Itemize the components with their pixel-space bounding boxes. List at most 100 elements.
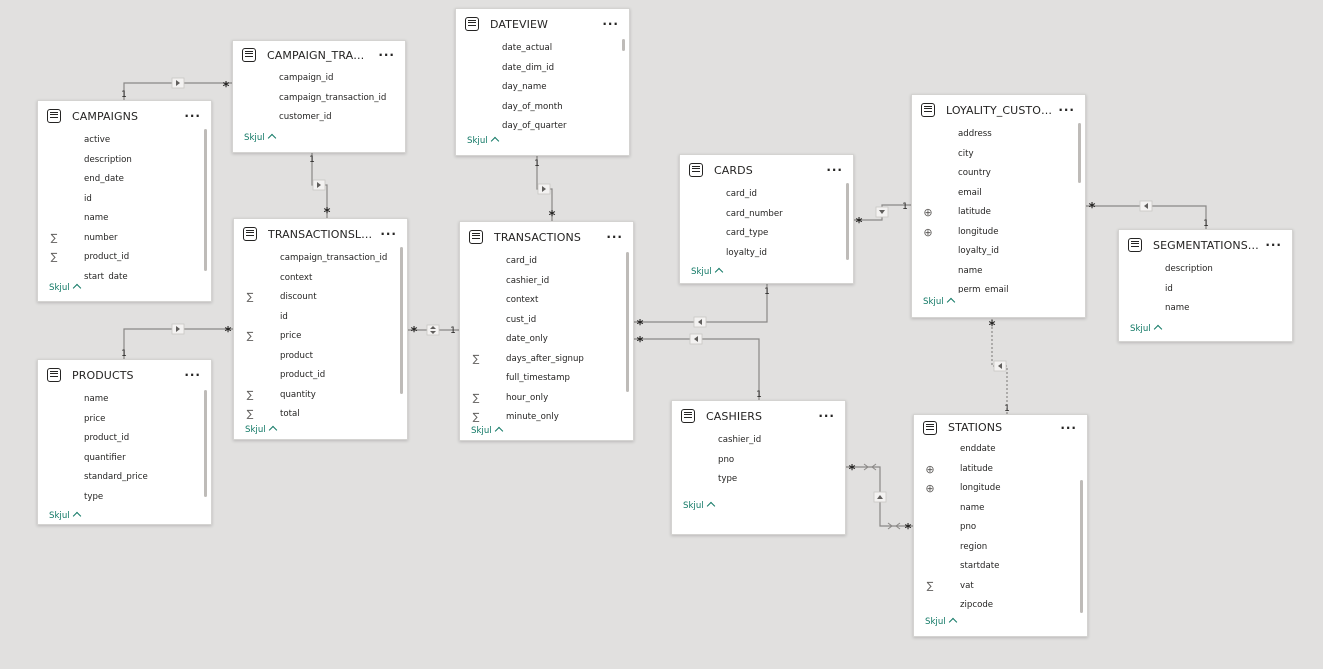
field-row[interactable]: card_id (680, 185, 853, 205)
field-row[interactable]: context (234, 269, 407, 289)
collapse-button[interactable]: Skjul (691, 267, 723, 277)
field-row[interactable]: id (1119, 280, 1292, 300)
field-row[interactable]: ⊕ latitude (912, 203, 1085, 223)
field-row[interactable]: ∑ total (234, 405, 407, 421)
more-options-icon[interactable]: ··· (1060, 422, 1077, 434)
field-list[interactable]: enddate ⊕ latitude ⊕ longitude name pno region s… (914, 440, 1087, 613)
collapse-button[interactable]: Skjul (49, 283, 81, 293)
more-options-icon[interactable]: ··· (1058, 104, 1075, 116)
field-list[interactable]: campaign_transaction_id context ∑ discount i… (234, 249, 407, 421)
field-list[interactable]: address city country email ⊕ latitude ⊕ longitu… (912, 125, 1085, 293)
table-card-transactionslines[interactable]: TRANSACTIONSLINES ··· campaign_transaction… (233, 218, 408, 440)
field-row[interactable]: date_actual (456, 39, 629, 59)
field-row[interactable]: ⊕ longitude (912, 223, 1085, 243)
field-row[interactable]: customer_id (233, 108, 405, 128)
field-row[interactable]: name (914, 499, 1087, 519)
field-row[interactable]: standard_price (38, 468, 211, 488)
field-row[interactable]: perm_email (912, 281, 1085, 293)
field-row[interactable]: day_of_quarter (456, 117, 629, 132)
field-row[interactable]: product (234, 347, 407, 367)
field-row[interactable]: ∑ minute_only (460, 408, 633, 422)
table-header[interactable]: TRANSACTIONS ··· (460, 222, 633, 252)
field-list[interactable]: active description end_date id name ∑ number ∑ p… (38, 131, 211, 279)
field-row[interactable]: ∑ number (38, 229, 211, 249)
field-row[interactable]: card_number (680, 205, 853, 225)
field-row[interactable]: name (38, 209, 211, 229)
model-canvas[interactable]: 1 * 1 * 1 * * 1 1 * 1 * 1 * 1 * 1 * 1 * * * CAMPAIGNS ··· activ… (0, 0, 1323, 669)
more-options-icon[interactable]: ··· (184, 110, 201, 122)
field-list[interactable]: campaign_id campaign_transaction_id custom… (233, 69, 405, 129)
scrollbar[interactable] (204, 129, 207, 271)
field-list[interactable]: card_id cashier_id context cust_id date_only… (460, 252, 633, 422)
field-row[interactable]: full_timestamp (460, 369, 633, 389)
field-row[interactable]: region (914, 538, 1087, 558)
field-row[interactable]: city (912, 145, 1085, 165)
field-row[interactable]: zipcode (914, 596, 1087, 613)
field-row[interactable]: ∑ quantity (234, 386, 407, 406)
scrollbar[interactable] (1078, 123, 1081, 183)
field-list[interactable]: description id name (1119, 260, 1292, 320)
more-options-icon[interactable]: ··· (378, 49, 395, 61)
field-row[interactable]: pno (672, 451, 845, 471)
table-header[interactable]: PRODUCTS ··· (38, 360, 211, 390)
field-row[interactable]: product_id (38, 429, 211, 449)
field-row[interactable]: ∑ days_after_signup (460, 350, 633, 370)
field-row[interactable]: context (460, 291, 633, 311)
collapse-button[interactable]: Skjul (471, 426, 503, 436)
collapse-button[interactable]: Skjul (244, 133, 276, 143)
more-options-icon[interactable]: ··· (1265, 239, 1282, 251)
collapse-button[interactable]: Skjul (925, 617, 957, 627)
collapse-button[interactable]: Skjul (49, 511, 81, 521)
field-row[interactable]: ∑ discount (234, 288, 407, 308)
field-row[interactable]: date_dim_id (456, 59, 629, 79)
field-list[interactable]: card_id card_number card_type loyalty_id (680, 185, 853, 263)
field-row[interactable]: loyalty_id (680, 244, 853, 264)
field-row[interactable]: campaign_transaction_id (233, 89, 405, 109)
table-header[interactable]: CARDS ··· (680, 155, 853, 185)
collapse-button[interactable]: Skjul (1130, 324, 1162, 334)
table-header[interactable]: CAMPAIGN_TRANSACTI... ··· (233, 41, 405, 69)
table-card-segmentations[interactable]: SEGMENTATIONSGROU... ··· description id name… (1118, 229, 1293, 342)
field-row[interactable]: email (912, 184, 1085, 204)
scrollbar[interactable] (622, 39, 625, 51)
table-header[interactable]: SEGMENTATIONSGROU... ··· (1119, 230, 1292, 260)
field-row[interactable]: quantifier (38, 449, 211, 469)
field-row[interactable]: name (1119, 299, 1292, 319)
field-row[interactable]: ∑ product_id (38, 248, 211, 268)
table-card-cards[interactable]: CARDS ··· card_id card_number card_type loyal… (679, 154, 854, 284)
table-header[interactable]: CAMPAIGNS ··· (38, 101, 211, 131)
field-row[interactable]: ⊕ longitude (914, 479, 1087, 499)
field-row[interactable]: end_date (38, 170, 211, 190)
table-card-cashiers[interactable]: CASHIERS ··· cashier_id pno type Skjul (671, 400, 846, 535)
field-row[interactable]: cashier_id (460, 272, 633, 292)
field-row[interactable]: id (234, 308, 407, 328)
collapse-button[interactable]: Skjul (467, 136, 499, 146)
table-card-stations[interactable]: STATIONS ··· enddate ⊕ latitude ⊕ longitude nam… (913, 414, 1088, 637)
field-row[interactable]: loyalty_id (912, 242, 1085, 262)
field-row[interactable]: ∑ hour_only (460, 389, 633, 409)
field-row[interactable]: ∑ price (234, 327, 407, 347)
field-row[interactable]: day_name (456, 78, 629, 98)
field-row[interactable]: cashier_id (672, 431, 845, 451)
field-row[interactable]: name (912, 262, 1085, 282)
scrollbar[interactable] (626, 252, 629, 392)
field-row[interactable]: type (672, 470, 845, 490)
field-row[interactable]: country (912, 164, 1085, 184)
more-options-icon[interactable]: ··· (602, 18, 619, 30)
field-row[interactable]: campaign_id (233, 69, 405, 89)
field-list[interactable]: name price product_id quantifier standard_pr… (38, 390, 211, 507)
table-card-campaign_transactions[interactable]: CAMPAIGN_TRANSACTI... ··· campaign_idcampa… (232, 40, 406, 153)
table-card-transactions[interactable]: TRANSACTIONS ··· card_id cashier_id context c… (459, 221, 634, 441)
field-row[interactable]: date_only (460, 330, 633, 350)
collapse-button[interactable]: Skjul (923, 297, 955, 307)
more-options-icon[interactable]: ··· (818, 410, 835, 422)
collapse-button[interactable]: Skjul (683, 501, 715, 511)
table-header[interactable]: DATEVIEW ··· (456, 9, 629, 39)
field-row[interactable]: ∑ vat (914, 577, 1087, 597)
field-row[interactable]: day_of_month (456, 98, 629, 118)
table-header[interactable]: TRANSACTIONSLINES ··· (234, 219, 407, 249)
scrollbar[interactable] (204, 390, 207, 497)
field-row[interactable]: campaign_transaction_id (234, 249, 407, 269)
field-list[interactable]: date_actual date_dim_id day_name day_of_mon… (456, 39, 629, 132)
collapse-button[interactable]: Skjul (245, 425, 277, 435)
